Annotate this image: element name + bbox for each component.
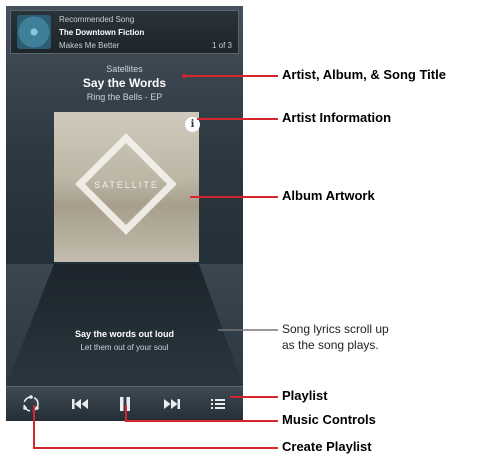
- annotation-titles: Artist, Album, & Song Title: [282, 67, 446, 82]
- annotation-lyrics-line2: as the song plays.: [282, 338, 379, 352]
- annotation-create-playlist: Create Playlist: [282, 439, 372, 454]
- annotation-artwork: Album Artwork: [282, 188, 375, 203]
- annotation-music-controls: Music Controls: [282, 412, 376, 427]
- annotation-lyrics-line1: Song lyrics scroll up: [282, 322, 389, 336]
- annotation-playlist: Playlist: [282, 388, 328, 403]
- music-controls-callout-line: [125, 405, 278, 422]
- create-playlist-callout-line: [33, 405, 278, 449]
- titles-callout-dot: [182, 74, 186, 78]
- annotation-artist-info: Artist Information: [282, 110, 392, 125]
